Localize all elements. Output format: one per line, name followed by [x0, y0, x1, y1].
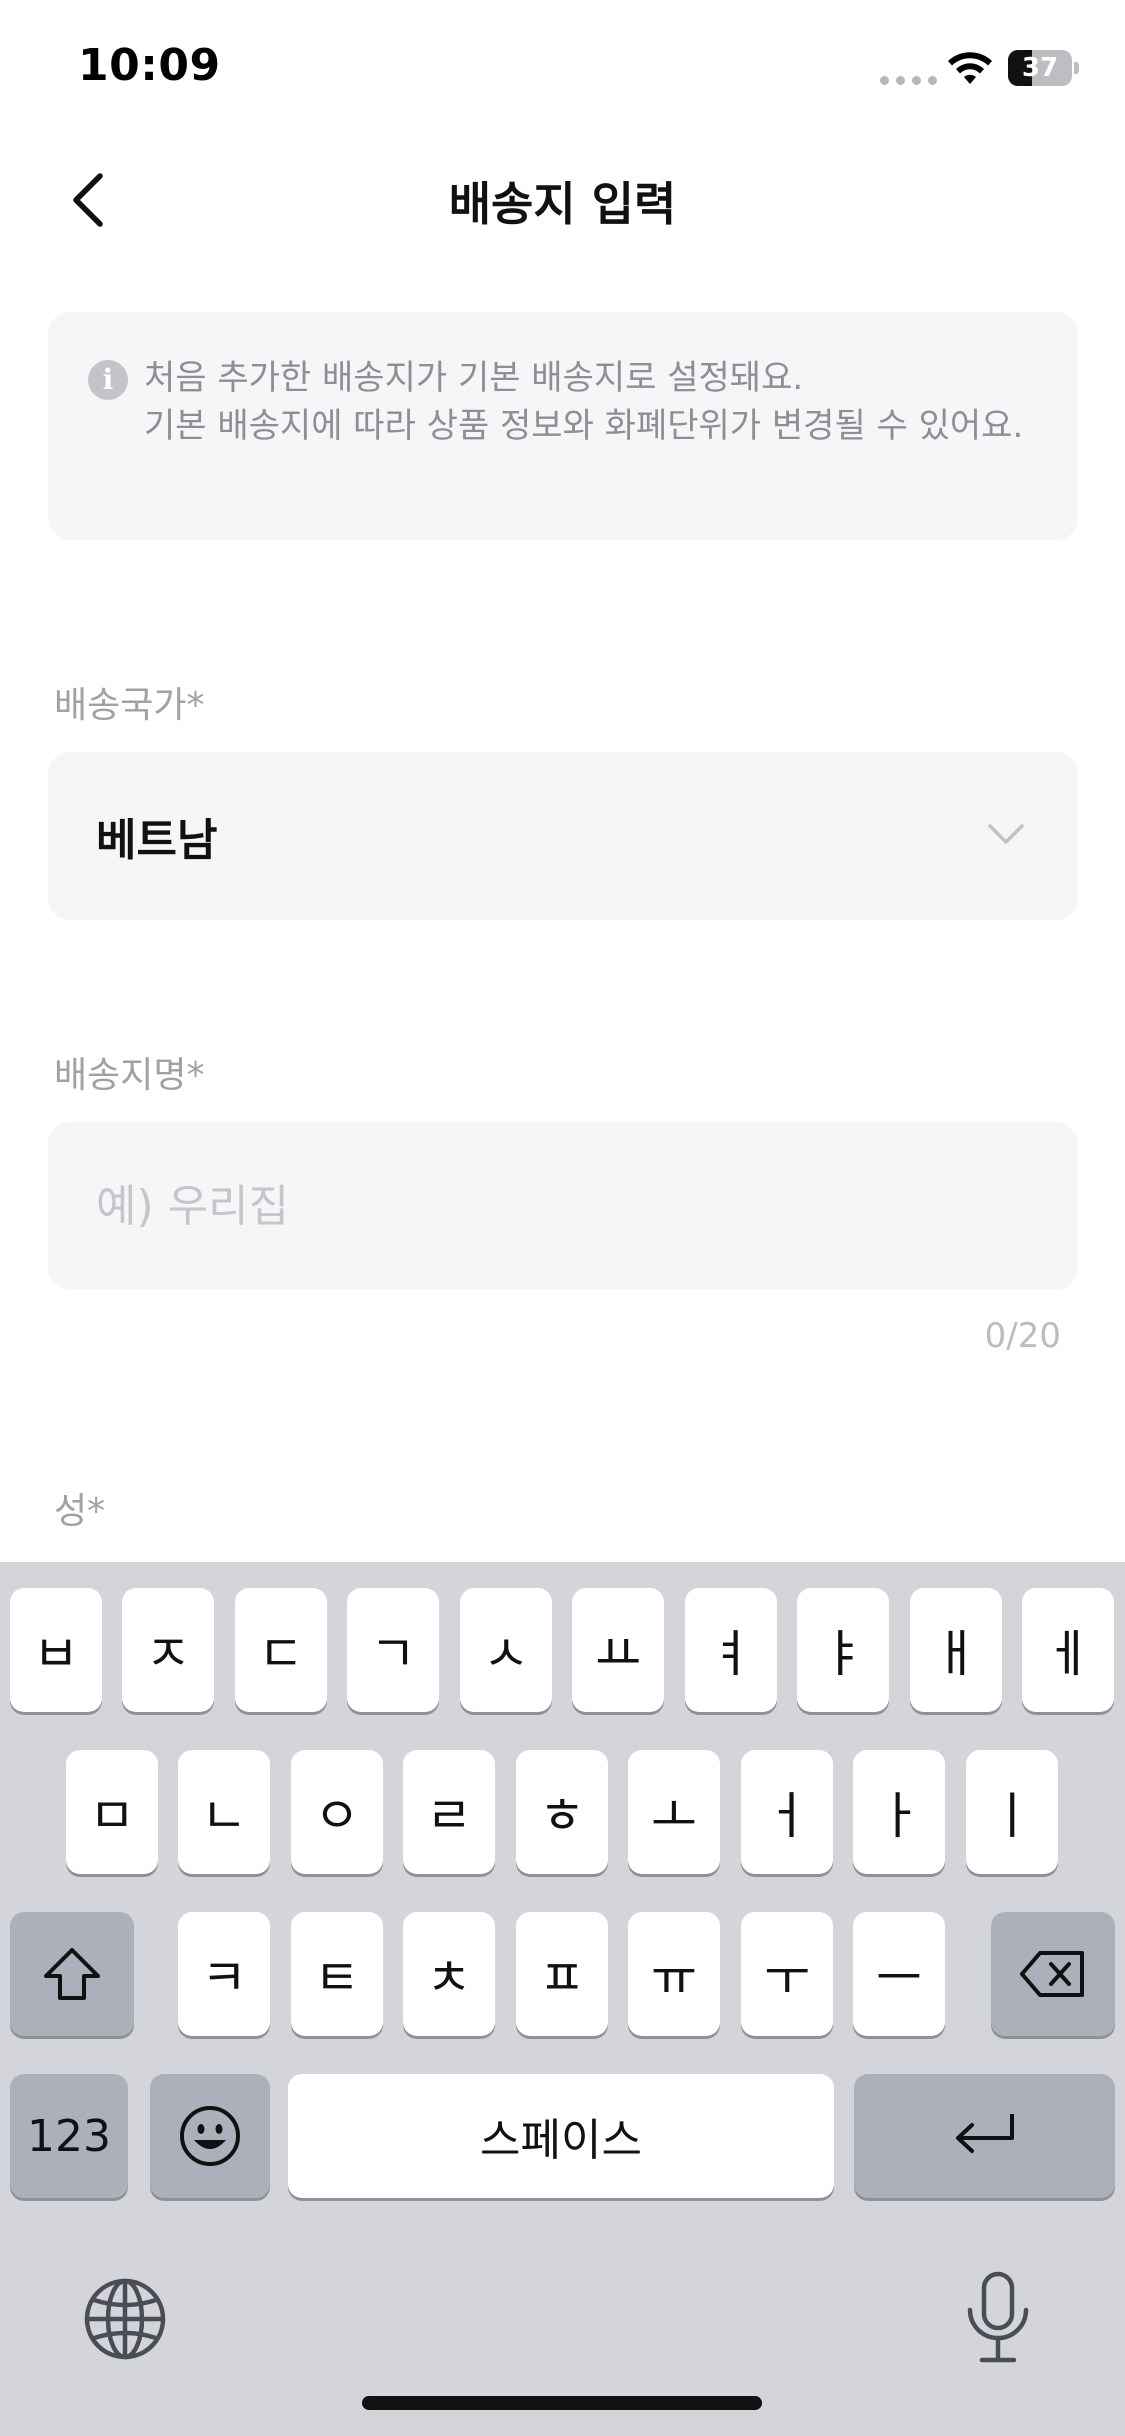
microphone-icon	[967, 2271, 1029, 2363]
shipping-name-input[interactable]	[96, 1122, 1036, 1290]
key[interactable]: ㅕ	[685, 1588, 777, 1712]
notice-line-1: 처음 추가한 배송지가 기본 배송지로 설정돼요.	[144, 358, 804, 398]
key[interactable]: ㅇ	[291, 1750, 383, 1874]
key[interactable]: ㅁ	[66, 1750, 158, 1874]
keyboard: ㅂ ㅈ ㄷ ㄱ ㅅ ㅛ ㅕ ㅑ ㅐ ㅔ ㅁ ㄴ ㅇ ㄹ ㅎ ㅗ ㅓ ㅏ ㅣ ㅋ …	[0, 1562, 1125, 2436]
page-title: 배송지 입력	[448, 177, 677, 231]
return-key[interactable]	[854, 2074, 1115, 2198]
info-notice: i 처음 추가한 배송지가 기본 배송지로 설정돼요. 기본 배송지에 따라 상…	[48, 312, 1078, 540]
key[interactable]: ㅅ	[460, 1588, 552, 1712]
key[interactable]: ㄱ	[347, 1588, 439, 1712]
dictation-button[interactable]	[958, 2270, 1038, 2370]
country-value: 베트남	[96, 815, 218, 866]
key[interactable]: ㄹ	[403, 1750, 495, 1874]
battery-icon: 37	[1008, 50, 1079, 86]
shift-icon	[44, 1948, 100, 2000]
chevron-down-icon	[988, 824, 1024, 844]
key[interactable]: ㄷ	[235, 1588, 327, 1712]
notice-text: 처음 추가한 배송지가 기본 배송지로 설정돼요. 기본 배송지에 따라 상품 …	[144, 354, 1054, 450]
key[interactable]: ㅌ	[291, 1912, 383, 2036]
status-bar: 10:09 37	[0, 0, 1125, 130]
key[interactable]: ㅏ	[853, 1750, 945, 1874]
delete-key[interactable]	[991, 1912, 1115, 2036]
navigation-bar: 배송지 입력	[0, 140, 1125, 260]
home-indicator[interactable]	[362, 2396, 762, 2410]
key[interactable]: ㅈ	[122, 1588, 214, 1712]
key[interactable]: ㄴ	[178, 1750, 270, 1874]
key[interactable]: ㅗ	[628, 1750, 720, 1874]
emoji-icon	[180, 2106, 240, 2166]
key[interactable]: ㅍ	[516, 1912, 608, 2036]
space-key[interactable]: 스페이스	[288, 2074, 834, 2198]
key[interactable]: ㅛ	[572, 1588, 664, 1712]
key[interactable]: ㅣ	[966, 1750, 1058, 1874]
key[interactable]: ㅂ	[10, 1588, 102, 1712]
shift-key[interactable]	[10, 1912, 134, 2036]
return-icon	[955, 2114, 1014, 2153]
globe-icon	[84, 2278, 166, 2360]
delete-icon	[1020, 1951, 1084, 1997]
info-icon: i	[88, 360, 128, 400]
key[interactable]: ㅑ	[797, 1588, 889, 1712]
key[interactable]: ㅋ	[178, 1912, 270, 2036]
numbers-key-label: 123	[27, 2110, 111, 2162]
key[interactable]: ㅔ	[1022, 1588, 1114, 1712]
space-key-label: 스페이스	[480, 2115, 642, 2166]
character-counter: 0/20	[984, 1316, 1061, 1356]
key[interactable]: ㅡ	[853, 1912, 945, 2036]
wifi-icon	[948, 52, 992, 84]
numbers-key[interactable]: 123	[10, 2074, 128, 2198]
battery-percent: 37	[1021, 53, 1059, 83]
notice-line-2: 기본 배송지에 따라 상품 정보와 화폐단위가 변경될 수 있어요.	[144, 406, 1024, 446]
key[interactable]: ㅜ	[741, 1912, 833, 2036]
cellular-signal-icon	[880, 76, 937, 85]
key[interactable]: ㅓ	[741, 1750, 833, 1874]
emoji-key[interactable]	[150, 2074, 270, 2198]
key[interactable]: ㅊ	[403, 1912, 495, 2036]
key[interactable]: ㅐ	[910, 1588, 1002, 1712]
status-time: 10:09	[78, 40, 221, 91]
surname-label: 성*	[54, 1491, 106, 1532]
key[interactable]: ㅎ	[516, 1750, 608, 1874]
key[interactable]: ㅠ	[628, 1912, 720, 2036]
globe-button[interactable]	[80, 2274, 170, 2368]
shipping-name-box	[48, 1122, 1078, 1290]
country-label: 배송국가*	[54, 685, 205, 726]
country-select[interactable]: 베트남	[48, 752, 1078, 920]
shipping-name-label: 배송지명*	[54, 1055, 205, 1096]
